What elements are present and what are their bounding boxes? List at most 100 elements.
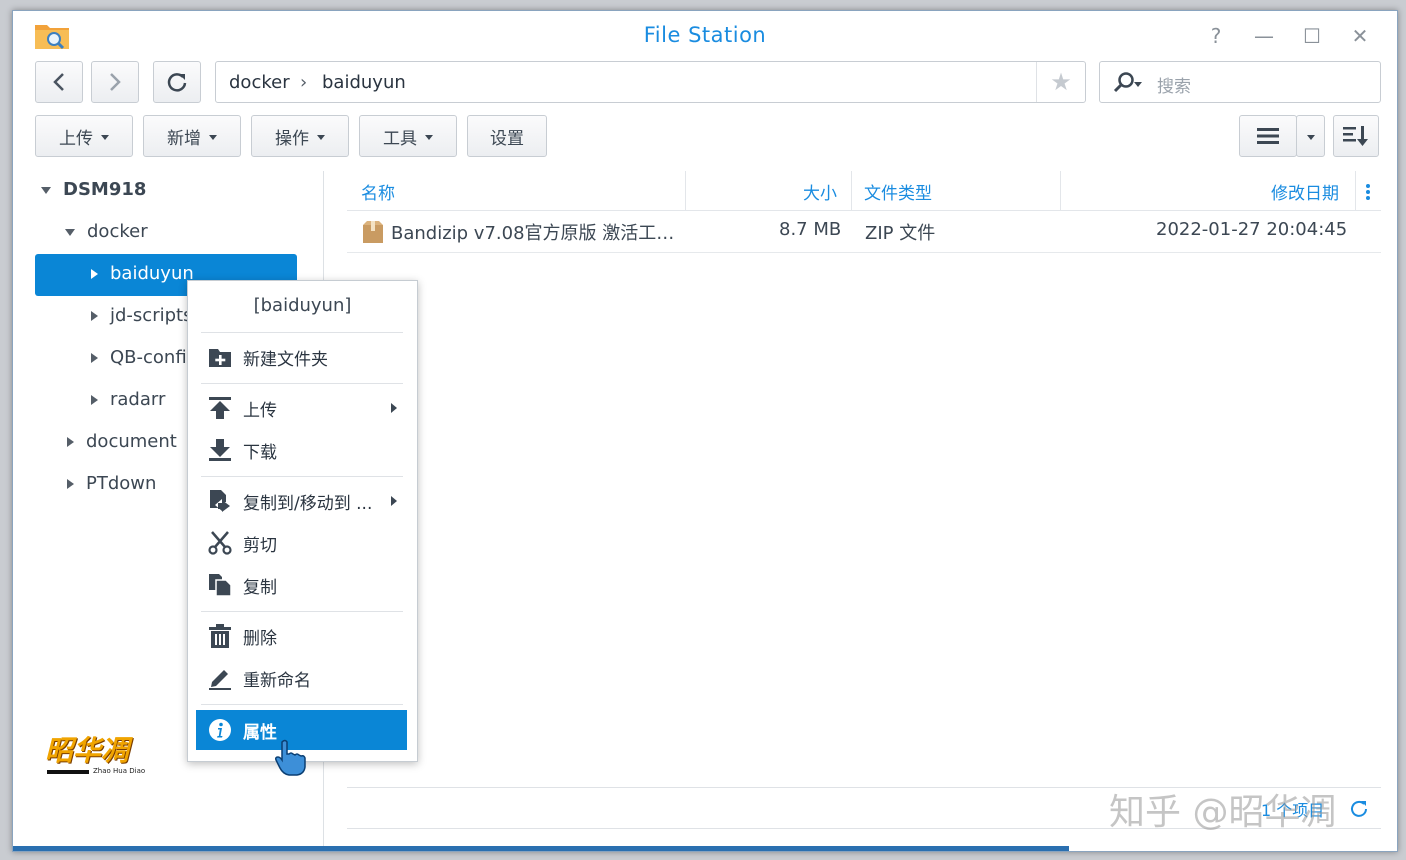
minimize-button[interactable]: —: [1253, 25, 1275, 47]
search-options-chevron-down-icon[interactable]: [1134, 82, 1142, 87]
tree-item-label: baiduyun: [110, 263, 194, 284]
menu-item-label: 新建文件夹: [243, 350, 328, 370]
upload-icon: [209, 397, 231, 419]
path-bar[interactable]: docker › baiduyun ★: [215, 61, 1086, 103]
sort-icon: [1343, 126, 1368, 146]
menu-item-rename[interactable]: 重新命名: [196, 658, 407, 698]
forward-button[interactable]: [91, 61, 139, 103]
trash-icon: [209, 624, 231, 648]
tree-item-label: radarr: [110, 389, 166, 410]
zhihu-watermark: 知乎 @昭华凋: [1109, 792, 1337, 833]
column-header-modified[interactable]: 修改日期: [1271, 179, 1339, 204]
menu-item-cut[interactable]: 剪切: [196, 523, 407, 563]
column-header-type[interactable]: 文件类型: [864, 179, 932, 204]
column-separator[interactable]: [851, 171, 852, 211]
menu-item-copy[interactable]: 复制: [196, 565, 407, 605]
collapse-arrow-icon: [67, 437, 74, 447]
column-header-size[interactable]: 大小: [803, 179, 837, 204]
tree-item-jd-scripts[interactable]: jd-scripts: [91, 303, 192, 329]
chevron-right-icon: [110, 73, 121, 91]
collapse-arrow-icon: [91, 353, 98, 363]
column-separator[interactable]: [685, 171, 686, 211]
sort-button[interactable]: [1333, 115, 1379, 157]
tree-item-label: PTdown: [86, 473, 157, 494]
breadcrumb-separator: ›: [300, 72, 308, 93]
tree-item-docker[interactable]: docker: [65, 219, 148, 245]
menu-item-label: 下载: [243, 443, 277, 463]
tools-label: 工具: [383, 128, 417, 149]
tree-item-label: document: [86, 431, 177, 452]
upload-menu-button[interactable]: 上传: [35, 115, 133, 157]
close-button[interactable]: ✕: [1349, 25, 1371, 47]
tree-item-qb-config[interactable]: QB-config: [91, 345, 198, 371]
tree-item-baiduyun[interactable]: baiduyun: [91, 261, 194, 287]
column-header-name[interactable]: 名称: [361, 179, 395, 204]
chevron-down-icon: [425, 134, 433, 140]
tree-item-label: docker: [87, 221, 148, 242]
submenu-arrow-icon: [391, 403, 397, 413]
tree-item-label: jd-scripts: [110, 305, 193, 326]
rename-pen-icon: [209, 670, 231, 690]
submenu-arrow-icon: [391, 496, 397, 506]
menu-item-label: 删除: [243, 629, 277, 649]
view-options-dropdown[interactable]: [1296, 115, 1325, 157]
menu-item-label: 复制到/移动到 ...: [243, 494, 373, 514]
row-divider: [347, 252, 1381, 253]
file-type: ZIP 文件: [865, 223, 936, 244]
help-button[interactable]: ?: [1205, 25, 1227, 47]
settings-button[interactable]: 设置: [467, 115, 547, 157]
tree-item-document[interactable]: document: [67, 429, 177, 455]
action-menu-button[interactable]: 操作: [251, 115, 349, 157]
tree-item-radarr[interactable]: radarr: [91, 387, 165, 413]
file-size: 8.7 MB: [779, 219, 842, 240]
menu-item-upload[interactable]: 上传: [196, 388, 407, 428]
search-placeholder[interactable]: 搜索: [1157, 72, 1191, 97]
menu-item-new-folder[interactable]: 新建文件夹: [196, 337, 407, 377]
copy-move-icon: [210, 490, 230, 512]
logo-subtitle: Zhao Hua Diao: [93, 767, 146, 775]
menu-separator: [201, 611, 403, 612]
chevron-down-icon: [317, 134, 325, 140]
tools-menu-button[interactable]: 工具: [359, 115, 457, 157]
collapse-arrow-icon: [91, 311, 98, 321]
tree-item-ptdown[interactable]: PTdown: [67, 471, 156, 497]
maximize-button[interactable]: ☐: [1301, 25, 1323, 47]
menu-item-delete[interactable]: 删除: [196, 616, 407, 656]
tree-root-label: DSM918: [63, 179, 147, 200]
column-separator[interactable]: [1355, 171, 1356, 211]
menu-item-download[interactable]: 下载: [196, 430, 407, 470]
tree-item-label: QB-config: [110, 347, 199, 368]
collapse-arrow-icon: [91, 269, 98, 279]
back-button[interactable]: [35, 61, 83, 103]
column-separator[interactable]: [1060, 171, 1061, 211]
menu-item-label: 复制: [243, 578, 277, 598]
new-folder-icon: [209, 349, 231, 367]
menu-item-label: 重新命名: [243, 671, 311, 691]
collapse-arrow-icon: [67, 479, 74, 489]
hand-cursor-icon: [275, 739, 306, 776]
search-box[interactable]: 搜索: [1099, 61, 1381, 103]
create-menu-button[interactable]: 新增: [143, 115, 241, 157]
refresh-button[interactable]: [153, 61, 201, 103]
create-label: 新增: [167, 128, 201, 149]
upload-label: 上传: [59, 128, 93, 149]
file-name[interactable]: Bandizip v7.08官方原版 激活工…: [391, 219, 674, 245]
expand-arrow-icon: [65, 228, 75, 236]
tree-root-dsm918[interactable]: DSM918: [41, 177, 146, 203]
menu-separator: [201, 383, 403, 384]
menu-item-copy-move[interactable]: 复制到/移动到 ...: [196, 481, 407, 521]
breadcrumb-baiduyun[interactable]: baiduyun: [322, 72, 406, 93]
menu-item-label: 剪切: [243, 536, 277, 556]
window-title: File Station: [643, 23, 767, 47]
column-options-icon[interactable]: [1365, 183, 1371, 201]
menu-item-label: 上传: [243, 401, 277, 421]
list-view-button[interactable]: [1239, 115, 1297, 157]
logo-watermark: 昭华凋: [45, 734, 130, 767]
status-refresh-icon[interactable]: [1349, 799, 1369, 819]
chevron-down-icon: [101, 134, 109, 140]
scissors-icon: [208, 531, 232, 555]
action-label: 操作: [275, 128, 309, 149]
window-bottom-edge: [13, 846, 1069, 851]
breadcrumb-docker[interactable]: docker: [229, 72, 290, 93]
star-icon[interactable]: ★: [1036, 62, 1085, 102]
